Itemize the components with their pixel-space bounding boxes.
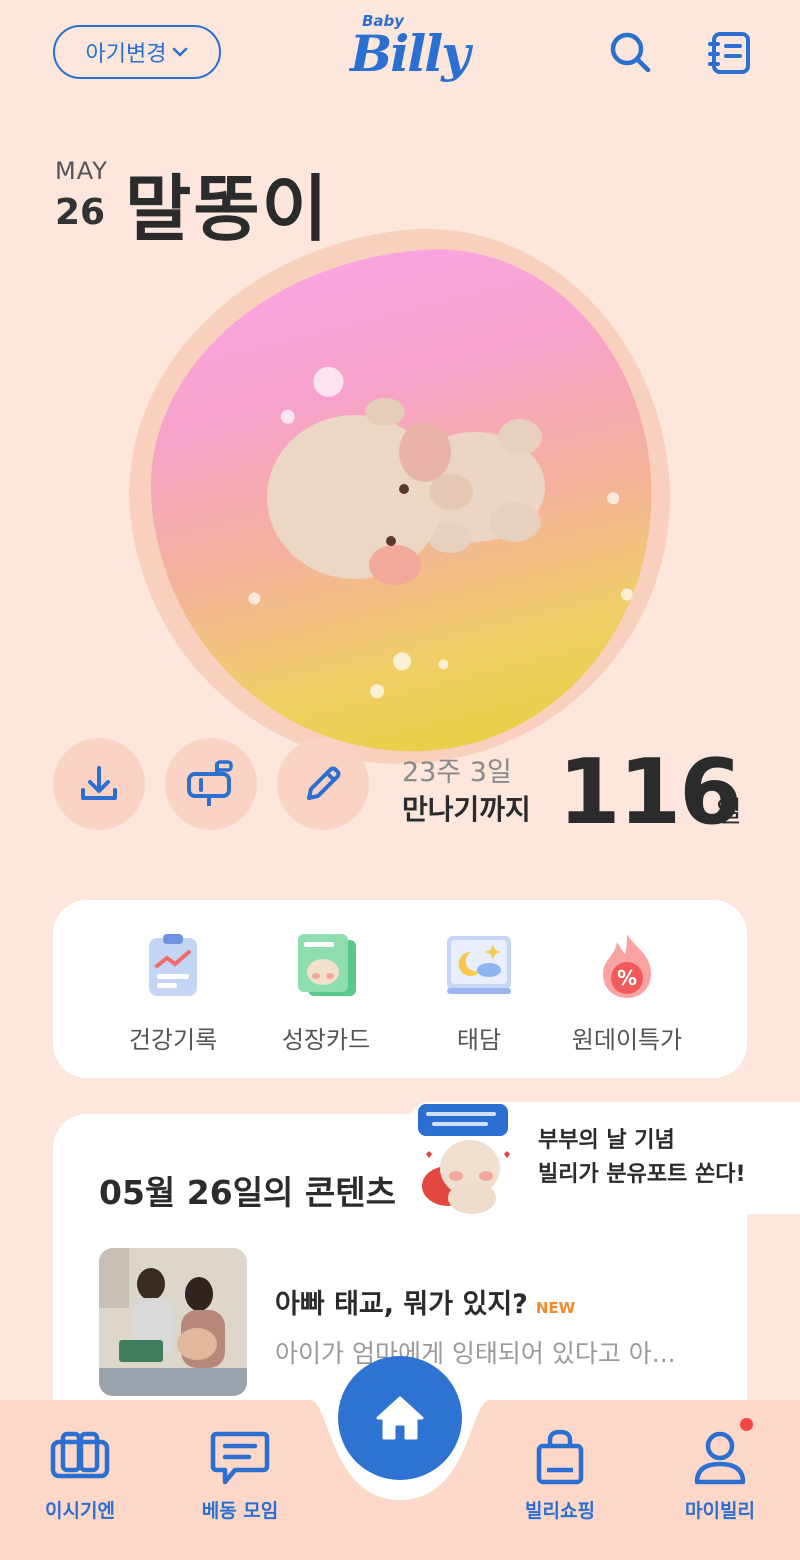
date-day: 26	[55, 192, 106, 233]
search-icon[interactable]	[606, 28, 654, 76]
fire-discount-icon: %	[603, 934, 651, 998]
chat-icon	[210, 1431, 270, 1485]
nav-shopping[interactable]: 빌리쇼핑	[500, 1428, 620, 1523]
nav-label: 베동 모임	[201, 1500, 279, 1522]
mascot-hug-icon	[418, 1104, 510, 1214]
promo-text: 부부의 날 기념 빌리가 분유포트 쏜다!	[538, 1124, 746, 1192]
article-title-text: 아빠 태교, 뭐가 있지?	[275, 1289, 528, 1320]
quick-menu-label: 태담	[456, 1026, 502, 1054]
app-header: 아기변경 Baby Billy	[0, 0, 800, 110]
download-icon	[81, 766, 117, 800]
app-logo: Baby Billy	[340, 8, 470, 98]
until-meet-label: 만나기까지	[402, 793, 531, 826]
health-record-icon	[149, 934, 197, 996]
quick-menu-label: 성장카드	[281, 1026, 371, 1054]
growth-card-icon	[298, 934, 356, 996]
article-thumbnail[interactable]	[99, 1248, 247, 1396]
quick-menu-growth[interactable]: 성장카드	[246, 930, 406, 1055]
promo-line-2: 빌리가 분유포트 쏜다!	[538, 1162, 746, 1187]
promo-banner[interactable]: 부부의 날 기념 빌리가 분유포트 쏜다!	[408, 1102, 800, 1214]
nav-label: 이시기엔	[45, 1500, 115, 1522]
quick-menu-label: 건강기록	[128, 1026, 218, 1054]
quick-menu-oneday[interactable]: % 원데이특가	[547, 930, 707, 1055]
quick-menu-card: 건강기록 성장카드 태담 % 원데이특가	[53, 900, 747, 1078]
nav-this-period[interactable]: 이시기엔	[20, 1428, 140, 1523]
pregnancy-weeks: 23주 3일	[402, 757, 512, 788]
pencil-icon	[307, 766, 341, 800]
home-icon	[376, 1396, 424, 1440]
new-badge: NEW	[535, 1299, 576, 1317]
shopping-bag-icon	[536, 1429, 584, 1485]
quick-menu-health[interactable]: 건강기록	[93, 930, 253, 1055]
fetus-illustration	[103, 205, 697, 791]
nav-label: 빌리쇼핑	[525, 1500, 595, 1522]
quick-menu-story[interactable]: 태담	[399, 930, 559, 1055]
book-open-icon	[50, 1431, 110, 1479]
mailbox-button[interactable]	[165, 738, 257, 830]
nav-community[interactable]: 베동 모임	[180, 1428, 300, 1523]
home-button[interactable]	[338, 1356, 462, 1480]
day-unit: 일	[716, 795, 742, 828]
diary-book-icon[interactable]	[706, 28, 754, 76]
days-left-count: 116	[558, 740, 742, 845]
baby-change-button[interactable]: 아기변경	[53, 25, 221, 79]
nav-my-billy[interactable]: 마이빌리	[660, 1428, 780, 1523]
edit-button[interactable]	[277, 738, 369, 830]
promo-line-1: 부부의 날 기념	[538, 1128, 675, 1153]
date-month: MAY	[55, 157, 108, 185]
svg-text:%: %	[617, 966, 637, 990]
logo-text: Billy	[350, 24, 470, 83]
notification-dot	[740, 1418, 753, 1431]
quick-menu-label: 원데이특가	[571, 1026, 683, 1054]
nav-label: 마이빌리	[685, 1500, 755, 1522]
night-story-book-icon	[447, 936, 511, 994]
download-button[interactable]	[53, 738, 145, 830]
baby-character-icon	[267, 398, 545, 585]
article-title[interactable]: 아빠 태교, 뭐가 있지? NEW	[275, 1282, 575, 1321]
couple-photo-image	[99, 1248, 247, 1396]
chevron-down-icon	[172, 44, 188, 62]
baby-change-label: 아기변경	[85, 41, 167, 66]
content-section-title: 05월 26일의 콘텐츠	[99, 1173, 396, 1212]
article-description: 아이가 엄마에게 잉태되어 있다고 아...	[275, 1339, 676, 1368]
mailbox-icon	[187, 760, 233, 806]
user-icon	[694, 1431, 746, 1485]
